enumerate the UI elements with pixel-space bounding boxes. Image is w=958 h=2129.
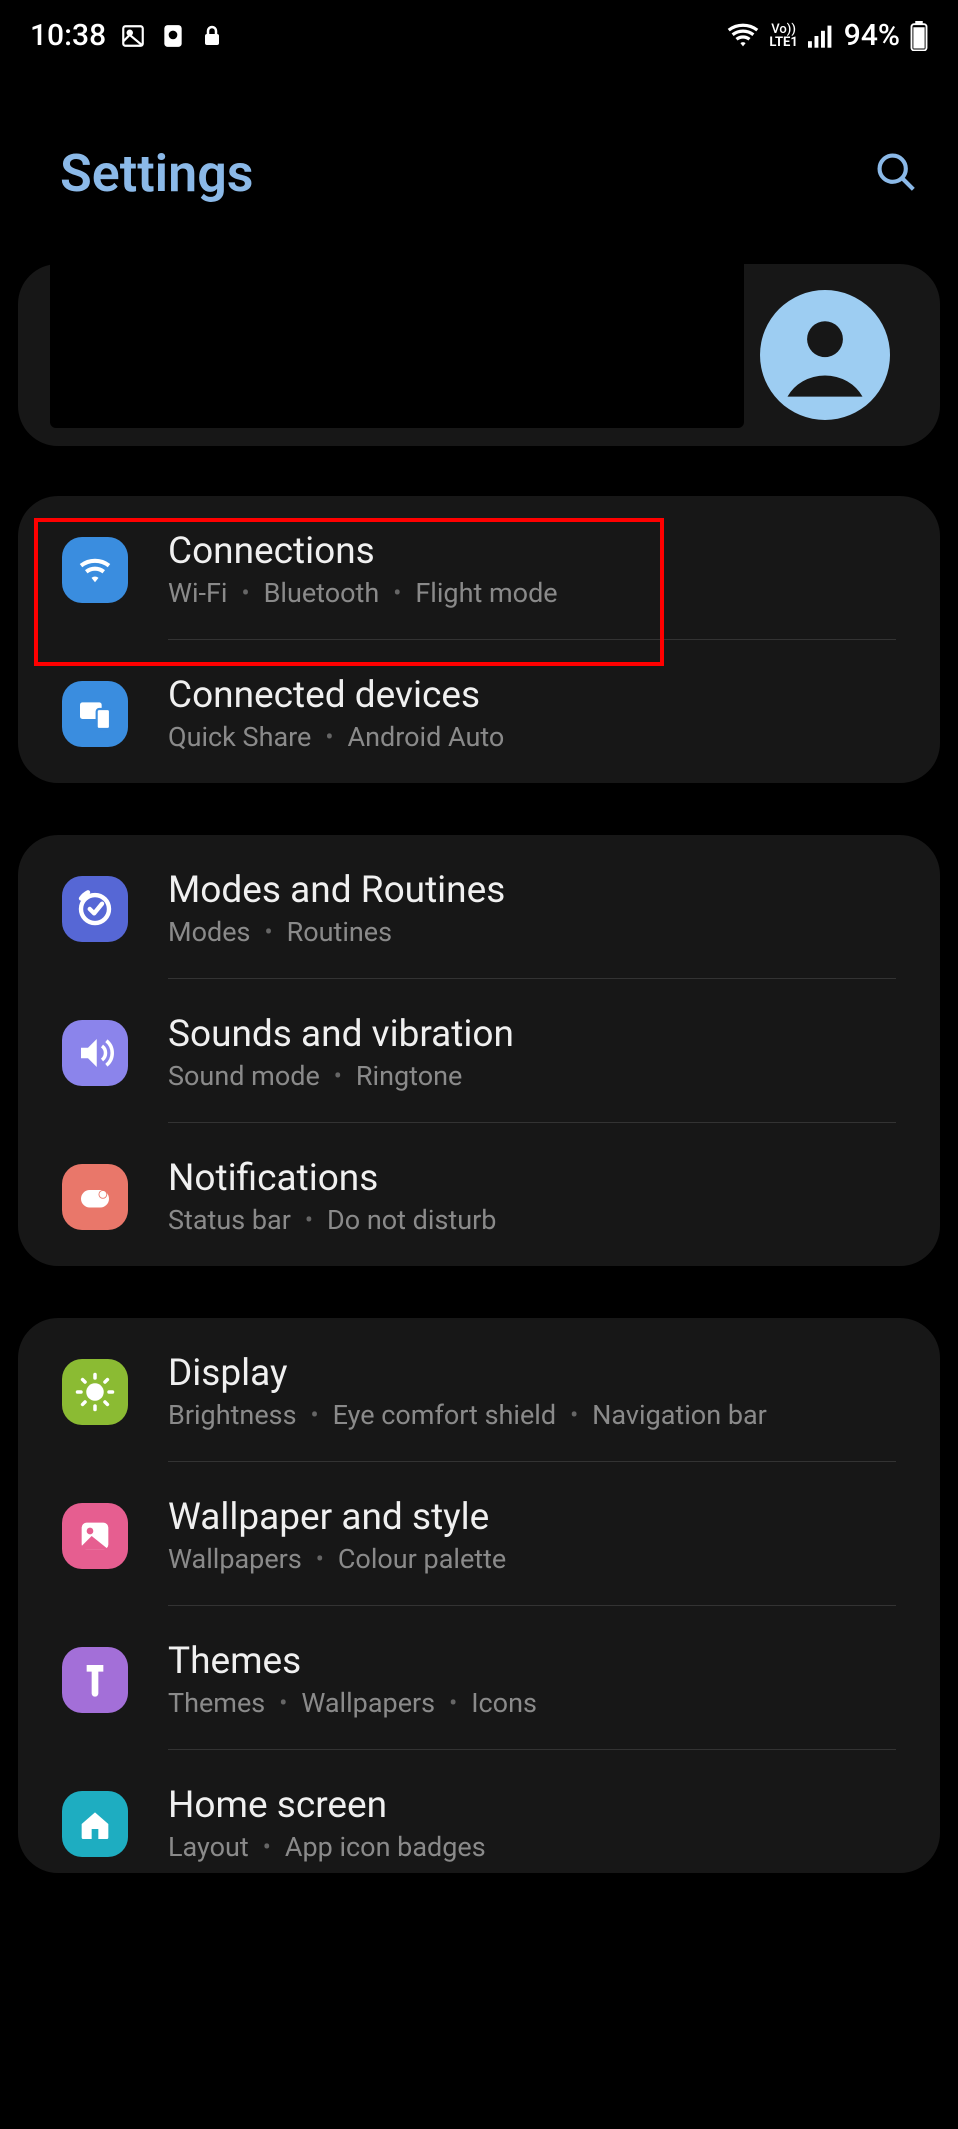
page-title: Settings [60, 143, 254, 204]
setting-themes[interactable]: Themes Themes• Wallpapers• Icons [18, 1606, 940, 1749]
sound-icon [62, 1020, 128, 1086]
app-icon [160, 23, 186, 49]
wifi-status-icon [727, 23, 759, 49]
status-time: 10:38 [30, 18, 106, 53]
setting-title: Home screen [168, 1784, 896, 1827]
setting-subtitle: Themes• Wallpapers• Icons [168, 1687, 896, 1719]
status-bar: 10:38 Vo)) LTE1 94% [0, 0, 958, 63]
settings-header: Settings [0, 63, 958, 264]
setting-subtitle: Sound mode• Ringtone [168, 1060, 896, 1092]
setting-title: Modes and Routines [168, 869, 896, 912]
lock-icon [200, 22, 224, 50]
setting-subtitle: Status bar• Do not disturb [168, 1204, 896, 1236]
account-redacted [50, 264, 744, 428]
wallpaper-icon [62, 1503, 128, 1569]
devices-icon [62, 681, 128, 747]
display-icon [62, 1359, 128, 1425]
settings-group-1: Connections Wi-Fi• Bluetooth• Flight mod… [18, 496, 940, 783]
setting-connections[interactable]: Connections Wi-Fi• Bluetooth• Flight mod… [18, 496, 940, 639]
avatar [760, 290, 890, 420]
themes-icon [62, 1647, 128, 1713]
setting-title: Sounds and vibration [168, 1013, 896, 1056]
gallery-icon [120, 23, 146, 49]
setting-title: Display [168, 1352, 896, 1395]
search-icon [873, 149, 918, 194]
settings-group-3: Display Brightness• Eye comfort shield• … [18, 1318, 940, 1873]
setting-title: Connected devices [168, 674, 896, 717]
battery-icon [910, 21, 928, 51]
home-icon [62, 1791, 128, 1857]
notifications-icon [62, 1164, 128, 1230]
setting-subtitle: Layout• App icon badges [168, 1831, 896, 1863]
signal-icon [808, 24, 834, 48]
account-card[interactable] [18, 264, 940, 446]
setting-title: Connections [168, 530, 896, 573]
setting-subtitle: Wi-Fi• Bluetooth• Flight mode [168, 577, 896, 609]
setting-title: Notifications [168, 1157, 896, 1200]
wifi-icon [62, 537, 128, 603]
setting-modes-routines[interactable]: Modes and Routines Modes• Routines [18, 835, 940, 978]
search-button[interactable] [873, 149, 918, 198]
setting-subtitle: Modes• Routines [168, 916, 896, 948]
setting-subtitle: Wallpapers• Colour palette [168, 1543, 896, 1575]
network-type: Vo)) LTE1 [769, 23, 797, 49]
setting-connected-devices[interactable]: Connected devices Quick Share• Android A… [18, 640, 940, 783]
setting-title: Wallpaper and style [168, 1496, 896, 1539]
settings-group-2: Modes and Routines Modes• Routines Sound… [18, 835, 940, 1266]
setting-sounds-vibration[interactable]: Sounds and vibration Sound mode• Rington… [18, 979, 940, 1122]
setting-subtitle: Brightness• Eye comfort shield• Navigati… [168, 1399, 896, 1431]
setting-home-screen[interactable]: Home screen Layout• App icon badges [18, 1750, 940, 1873]
setting-subtitle: Quick Share• Android Auto [168, 721, 896, 753]
setting-wallpaper-style[interactable]: Wallpaper and style Wallpapers• Colour p… [18, 1462, 940, 1605]
setting-display[interactable]: Display Brightness• Eye comfort shield• … [18, 1318, 940, 1461]
battery-percent: 94% [844, 18, 900, 53]
setting-title: Themes [168, 1640, 896, 1683]
routines-icon [62, 876, 128, 942]
setting-notifications[interactable]: Notifications Status bar• Do not disturb [18, 1123, 940, 1266]
